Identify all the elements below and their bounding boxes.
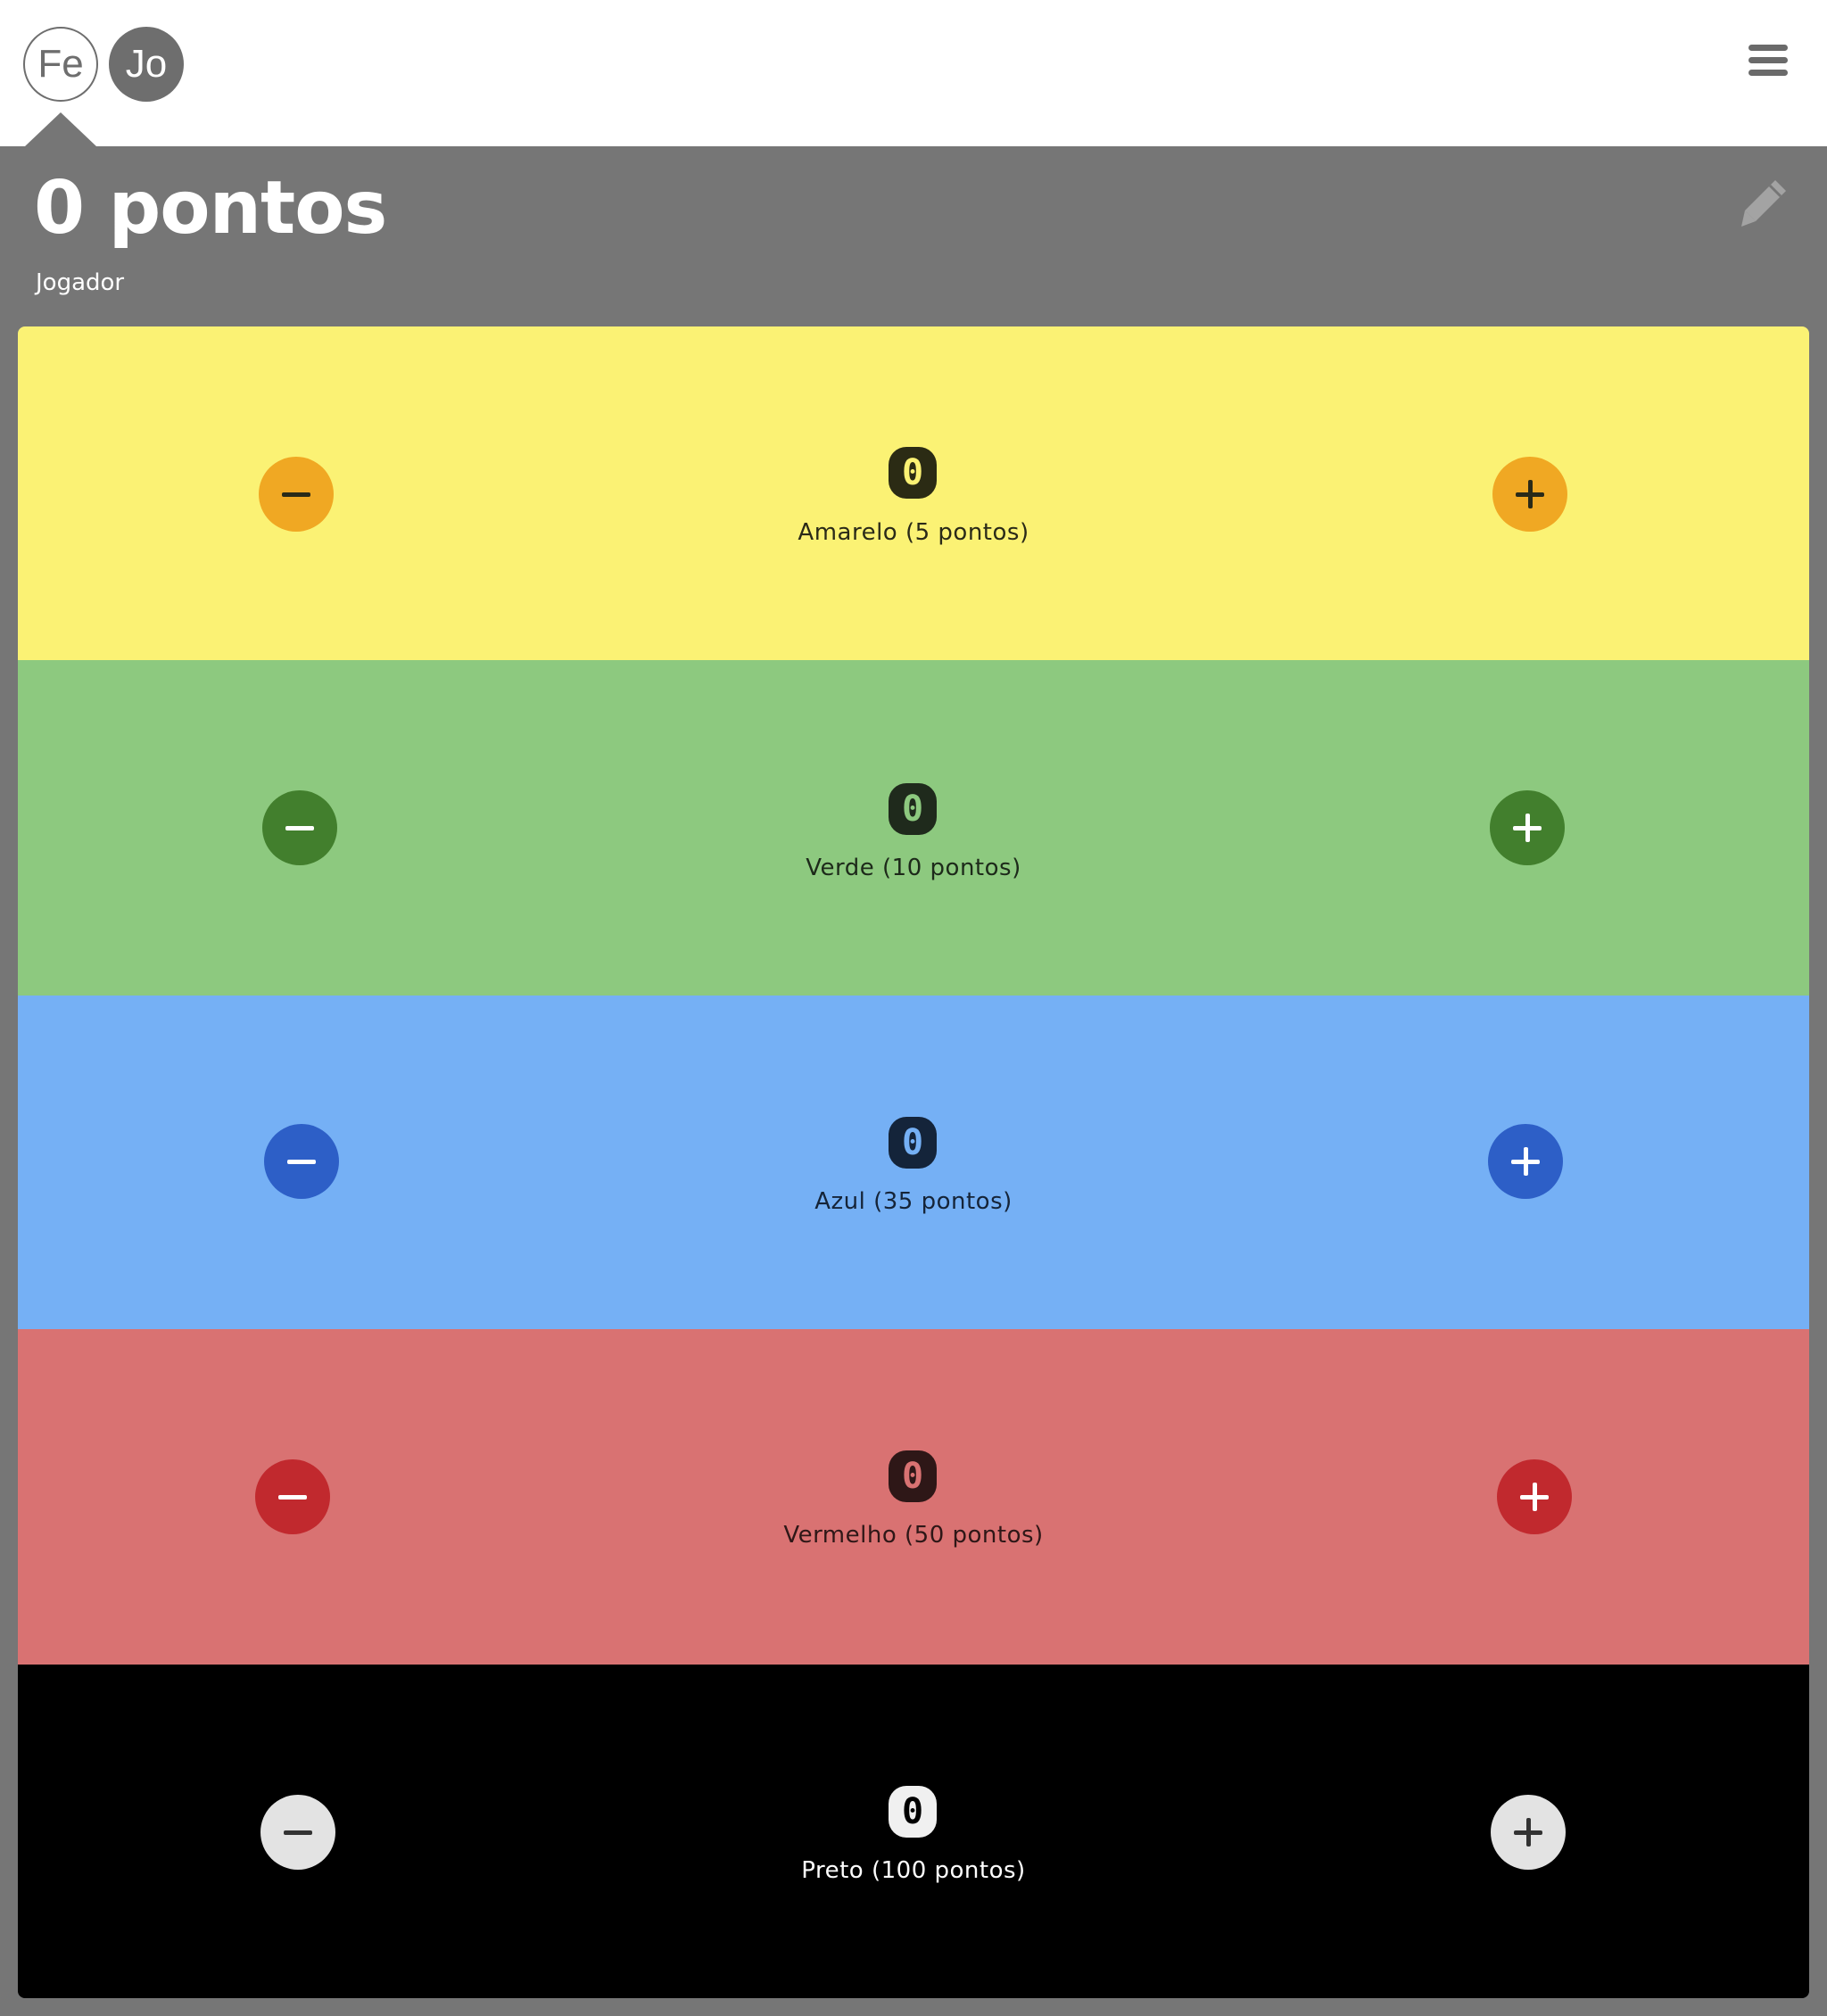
increment-amarelo-button[interactable]	[1492, 457, 1567, 532]
player-name-label: Jogador	[36, 269, 125, 296]
minus-icon	[285, 825, 314, 830]
counter-row-vermelho: 0 Vermelho (50 pontos)	[18, 1329, 1809, 1665]
count-verde: 0	[889, 783, 937, 835]
count-azul: 0	[889, 1117, 937, 1169]
minus-icon	[278, 1494, 307, 1500]
increment-azul-button[interactable]	[1488, 1124, 1563, 1199]
count-preto: 0	[889, 1786, 937, 1838]
minus-icon	[282, 492, 310, 497]
player-avatar-jo[interactable]: Jo	[109, 27, 184, 102]
increment-preto-button[interactable]	[1491, 1795, 1566, 1870]
counter-row-verde: 0 Verde (10 pontos)	[18, 660, 1809, 996]
hamburger-menu-icon[interactable]	[1748, 43, 1788, 78]
counter-row-azul: 0 Azul (35 pontos)	[18, 996, 1809, 1329]
counter-row-preto: 0 Preto (100 pontos)	[18, 1665, 1809, 1998]
counter-row-amarelo: 0 Amarelo (5 pontos)	[18, 326, 1809, 660]
count-vermelho: 0	[889, 1450, 937, 1502]
increment-verde-button[interactable]	[1490, 790, 1565, 865]
player-avatar-fe[interactable]: Fe	[23, 27, 98, 102]
selected-player-pointer	[25, 112, 96, 146]
minus-icon	[284, 1830, 312, 1835]
count-amarelo: 0	[889, 447, 937, 499]
pencil-icon[interactable]	[1740, 177, 1790, 230]
minus-icon	[287, 1159, 316, 1164]
color-counter-panel: 0 Amarelo (5 pontos) 0 Verde (10 pontos)…	[18, 326, 1809, 1998]
total-score-title: 0 pontos	[34, 166, 387, 251]
increment-vermelho-button[interactable]	[1497, 1459, 1572, 1534]
top-bar: Fe Jo	[0, 0, 1827, 146]
